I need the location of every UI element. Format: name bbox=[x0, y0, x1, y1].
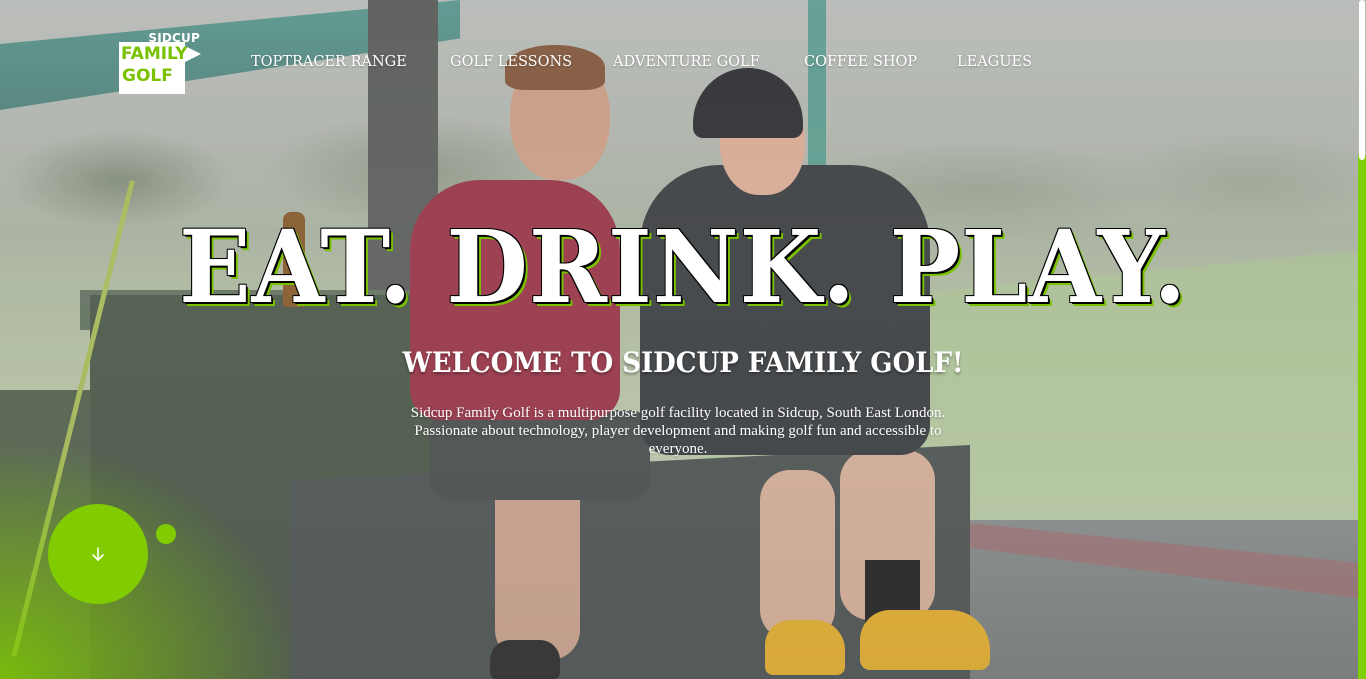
nav-item-adventure-golf[interactable]: ADVENTURE GOLF bbox=[613, 54, 760, 70]
arrow-down-icon bbox=[48, 504, 148, 604]
hero-title: EAT. DRINK. PLAY. bbox=[178, 208, 1188, 326]
main-navigation: TOPTRACER RANGE GOLF LESSONS ADVENTURE G… bbox=[0, 54, 1366, 74]
decorative-dot bbox=[156, 524, 176, 544]
nav-item-golf-lessons[interactable]: GOLF LESSONS bbox=[450, 54, 572, 70]
page: SIDCUP FAMILY GOLF TOPTRACER RANGE GOLF … bbox=[0, 0, 1366, 679]
hero-subtitle: WELCOME TO SIDCUP FAMILY GOLF! bbox=[402, 346, 964, 379]
scroll-down-button[interactable] bbox=[48, 504, 148, 604]
nav-item-toptracer-range[interactable]: TOPTRACER RANGE bbox=[251, 54, 407, 70]
hero-description: Sidcup Family Golf is a multipurpose gol… bbox=[410, 405, 946, 457]
nav-item-leagues[interactable]: LEAGUES bbox=[957, 54, 1032, 70]
green-edge-decoration bbox=[1358, 155, 1366, 679]
nav-item-coffee-shop[interactable]: COFFEE SHOP bbox=[804, 54, 917, 70]
page-scrollbar-thumb[interactable] bbox=[1359, 0, 1365, 160]
